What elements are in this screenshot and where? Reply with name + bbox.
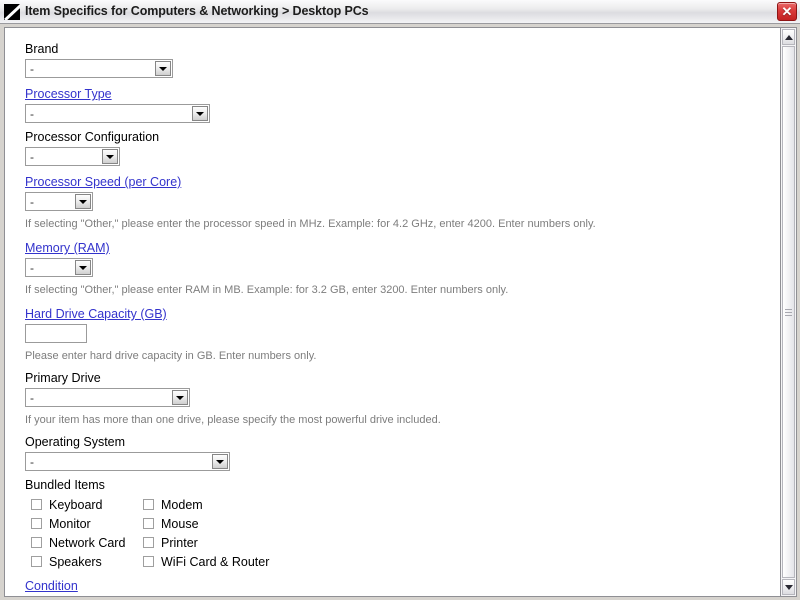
select-processor-configuration-value: - <box>30 150 34 164</box>
field-label-processor-configuration: Processor Configuration <box>25 130 160 144</box>
chevron-down-icon <box>172 390 188 405</box>
chevron-down-icon <box>102 149 118 164</box>
checkbox-icon[interactable] <box>143 537 154 548</box>
field-label-hard-drive-capacity-gb[interactable]: Hard Drive Capacity (GB) <box>25 307 167 321</box>
checkbox-item-printer[interactable]: Printer <box>141 536 198 550</box>
close-button[interactable]: ✕ <box>777 2 797 21</box>
checkbox-item-modem[interactable]: Modem <box>141 498 203 512</box>
scrollbar-track[interactable] <box>782 46 795 578</box>
input-hard-drive-capacity-gb[interactable] <box>25 324 87 343</box>
checkbox-label: Network Card <box>49 535 126 550</box>
checkbox-item-speakers[interactable]: Speakers <box>25 555 141 569</box>
checkbox-label: Modem <box>161 497 203 512</box>
bundled-items-row: Network Card Printer <box>25 533 780 552</box>
checkbox-label: Keyboard <box>49 497 103 512</box>
select-processor-speed-per-core-value: - <box>30 195 34 209</box>
select-processor-type-value: - <box>30 107 34 121</box>
close-icon: ✕ <box>781 4 793 19</box>
help-text-memory-ram: If selecting "Other," please enter RAM i… <box>25 284 509 296</box>
checkbox-item-network-card[interactable]: Network Card <box>25 536 141 550</box>
vertical-scrollbar[interactable] <box>780 27 797 597</box>
select-brand[interactable]: - <box>25 59 173 78</box>
checkbox-icon[interactable] <box>31 556 42 567</box>
checkbox-item-mouse[interactable]: Mouse <box>141 517 199 531</box>
select-memory-ram[interactable]: - <box>25 258 93 277</box>
bundled-items-row: Keyboard Modem <box>25 495 780 514</box>
field-label-processor-speed-per-core[interactable]: Processor Speed (per Core) <box>25 175 181 189</box>
chevron-down-icon <box>784 584 793 590</box>
pencil-icon <box>4 3 20 20</box>
checkbox-label: Monitor <box>49 516 91 531</box>
chevron-down-icon <box>75 194 91 209</box>
content-frame: Brand - Processor Type - Processor Configura… <box>4 27 780 597</box>
select-brand-value: - <box>30 62 34 76</box>
checkbox-label: Printer <box>161 535 198 550</box>
chevron-up-icon <box>784 34 793 40</box>
select-processor-type[interactable]: - <box>25 104 210 123</box>
bundled-items-label: Bundled Items <box>25 478 105 492</box>
select-primary-drive[interactable]: - <box>25 388 190 407</box>
help-text-hard-drive-capacity-gb: Please enter hard drive capacity in GB. … <box>25 350 317 362</box>
field-label-primary-drive: Primary Drive <box>25 371 101 385</box>
chevron-down-icon <box>155 61 171 76</box>
application-window: Item Specifics for Computers & Networkin… <box>0 0 800 600</box>
scroll-up-button[interactable] <box>782 29 795 45</box>
title-bar: Item Specifics for Computers & Networkin… <box>0 0 800 24</box>
scroll-down-button[interactable] <box>782 579 795 595</box>
checkbox-label: Speakers <box>49 554 102 569</box>
select-operating-system[interactable]: - <box>25 452 230 471</box>
select-operating-system-value: - <box>30 455 34 469</box>
checkbox-label: Mouse <box>161 516 199 531</box>
scrollbar-thumb[interactable] <box>782 46 795 578</box>
checkbox-item-monitor[interactable]: Monitor <box>25 517 141 531</box>
field-label-brand: Brand <box>25 42 59 56</box>
bundled-items-row: Monitor Mouse <box>25 514 780 533</box>
window-title: Item Specifics for Computers & Networkin… <box>25 4 369 19</box>
checkbox-icon[interactable] <box>143 518 154 529</box>
field-label-condition[interactable]: Condition <box>25 579 78 593</box>
window-body: Brand - Processor Type - Processor Configura… <box>0 24 800 600</box>
checkbox-icon[interactable] <box>143 556 154 567</box>
select-processor-speed-per-core[interactable]: - <box>25 192 93 211</box>
select-primary-drive-value: - <box>30 391 34 405</box>
scrollbar-grip-icon <box>785 308 792 316</box>
help-text-primary-drive: If your item has more than one drive, pl… <box>25 414 441 426</box>
checkbox-item-keyboard[interactable]: Keyboard <box>25 498 141 512</box>
bundled-items-group: Keyboard Modem Monitor Mouse Network Card Pri… <box>25 495 780 571</box>
field-label-memory-ram[interactable]: Memory (RAM) <box>25 241 110 255</box>
select-memory-ram-value: - <box>30 261 34 275</box>
select-processor-configuration[interactable]: - <box>25 147 120 166</box>
checkbox-item-wifi-card-router[interactable]: WiFi Card & Router <box>141 555 269 569</box>
checkbox-icon[interactable] <box>31 499 42 510</box>
field-label-processor-type[interactable]: Processor Type <box>25 87 112 101</box>
help-text-processor-speed-per-core: If selecting "Other," please enter the p… <box>25 218 596 230</box>
bundled-items-row: Speakers WiFi Card & Router <box>25 552 780 571</box>
checkbox-icon[interactable] <box>143 499 154 510</box>
chevron-down-icon <box>212 454 228 469</box>
select-condition[interactable]: - <box>25 596 163 597</box>
checkbox-label: WiFi Card & Router <box>161 554 270 569</box>
item-specifics-form: Brand - Processor Type - Processor Configura… <box>5 28 780 597</box>
checkbox-icon[interactable] <box>31 518 42 529</box>
chevron-down-icon <box>75 260 91 275</box>
chevron-down-icon <box>192 106 208 121</box>
field-label-operating-system: Operating System <box>25 435 126 449</box>
checkbox-icon[interactable] <box>31 537 42 548</box>
